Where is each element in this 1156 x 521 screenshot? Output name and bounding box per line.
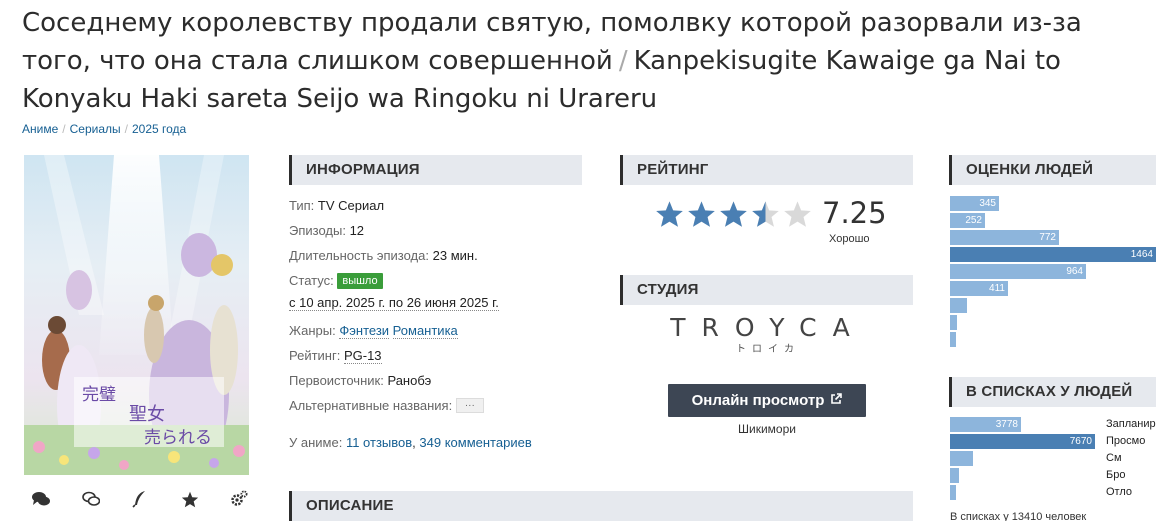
info-status: Статус: вышло <box>289 271 589 293</box>
info-type-value: TV Сериал <box>317 198 385 213</box>
rating-label: Хорошо <box>829 233 870 245</box>
rating-star <box>688 201 715 227</box>
svg-text:売られる: 売られる <box>144 428 212 448</box>
breadcrumb: Аниме / Сериалы/2025 года <box>22 122 186 136</box>
bar <box>950 468 959 483</box>
bar: 1464 <box>950 247 1156 262</box>
genre-link-fantasy[interactable]: Фэнтези <box>339 323 390 339</box>
lists-footer: В списках у 13410 человек <box>950 511 1087 521</box>
alt-names-button[interactable]: ··· <box>455 398 484 413</box>
poster-actions <box>30 488 250 510</box>
bar: 7670 <box>950 434 1095 449</box>
info-rating-label: Рейтинг: <box>289 348 341 363</box>
bar: 252 <box>950 213 985 228</box>
genre-link-romance[interactable]: Романтика <box>392 323 458 339</box>
bar-label: См <box>1106 452 1122 464</box>
bar-label: Запланир <box>1106 418 1156 430</box>
breadcrumb-serials[interactable]: Сериалы <box>70 122 121 136</box>
bar: 411 <box>950 281 1008 296</box>
breadcrumb-year[interactable]: 2025 года <box>132 122 186 136</box>
bar-label: Отло <box>1106 486 1133 498</box>
info-alt-names: Альтернативные названия: ··· <box>289 396 589 421</box>
edit-icon[interactable] <box>129 488 151 510</box>
rating-stars <box>655 200 815 228</box>
info-dates: с 10 апр. 2025 г. по 26 июня 2025 г. <box>289 293 589 321</box>
title-separator: / <box>618 46 628 76</box>
favorite-icon[interactable] <box>179 488 201 510</box>
info-episodes-value: 12 <box>349 223 365 238</box>
bar <box>950 298 967 313</box>
watch-online-button[interactable]: Онлайн просмотр <box>668 384 866 417</box>
info-source: Первоисточник: Ранобэ <box>289 371 589 396</box>
rating-star <box>720 201 747 227</box>
comments-icon[interactable] <box>30 488 52 510</box>
info-type-label: Тип: <box>289 198 315 213</box>
info-header: Информация <box>289 155 582 185</box>
breadcrumb-separator: / <box>124 122 128 136</box>
rating-header: Рейтинг <box>620 155 913 185</box>
info-type: Тип: TV Сериал <box>289 196 589 221</box>
settings-icon[interactable] <box>228 488 250 510</box>
bar <box>950 485 956 500</box>
status-badge: вышло <box>337 273 383 289</box>
bar <box>950 332 956 347</box>
info-rating: Рейтинг: PG-13 <box>289 346 589 371</box>
bar <box>950 315 957 330</box>
studio-logo[interactable]: TROYCA トロイカ <box>668 313 868 355</box>
page-title: Соседнему королевству продали святую, по… <box>22 4 1152 118</box>
info-duration-value: 23 мин. <box>432 248 478 263</box>
discuss-icon[interactable] <box>80 488 102 510</box>
bar: 964 <box>950 264 1086 279</box>
info-source-label: Первоисточник: <box>289 373 384 388</box>
info-duration: Длительность эпизода: 23 мин. <box>289 246 589 271</box>
studio-name-kana: トロイカ <box>736 344 800 355</box>
info-source-value: Ранобэ <box>387 373 432 388</box>
breadcrumb-anime[interactable]: Аниме <box>22 122 58 136</box>
info-status-label: Статус: <box>289 273 334 288</box>
description-header: Описание <box>289 491 913 521</box>
svg-text:完璧: 完璧 <box>82 385 116 405</box>
lists-header: В списках у людей <box>949 377 1156 407</box>
bar: 345 <box>950 196 999 211</box>
info-alt-label: Альтернативные названия: <box>289 398 453 413</box>
poster-image[interactable]: 完璧 聖女 売られる <box>24 155 249 475</box>
studio-header: Студия <box>620 275 913 305</box>
breadcrumb-separator: / <box>62 122 66 136</box>
reviews-link[interactable]: 11 отзывов <box>346 435 412 450</box>
rating-star <box>752 201 779 227</box>
info-episodes-label: Эпизоды: <box>289 223 346 238</box>
rating-star <box>656 201 683 227</box>
rating-score: 7.25 <box>822 196 887 230</box>
info-genres: Жанры: Фэнтези Романтика <box>289 321 589 346</box>
watch-source: Шикимори <box>738 422 796 436</box>
bar: 772 <box>950 230 1059 245</box>
bar-label: Просмо <box>1106 435 1146 447</box>
bar: 3778 <box>950 417 1021 432</box>
scores-header: Оценки людей <box>949 155 1156 185</box>
info-dates-value[interactable]: с 10 апр. 2025 г. по 26 июня 2025 г. <box>289 295 499 311</box>
poster-illustration: 完璧 聖女 売られる <box>24 155 249 475</box>
info-duration-label: Длительность эпизода: <box>289 248 429 263</box>
info-episodes: Эпизоды: 12 <box>289 221 589 246</box>
rating-star <box>784 201 811 227</box>
external-link-icon <box>830 393 843 408</box>
info-anime-stats: У аниме: 11 отзывов, 349 комментариев <box>289 435 532 450</box>
studio-name: TROYCA <box>670 313 866 342</box>
info-genres-label: Жанры: <box>289 323 336 338</box>
watch-online-label: Онлайн просмотр <box>691 392 825 409</box>
info-list: Тип: TV Сериал Эпизоды: 12 Длительность … <box>289 196 589 458</box>
info-anime-label: У аниме: <box>289 435 343 450</box>
bar-label: Бро <box>1106 469 1126 481</box>
bar <box>950 451 973 466</box>
comments-link[interactable]: 349 комментариев <box>419 435 531 450</box>
svg-text:聖女: 聖女 <box>129 404 165 425</box>
info-rating-value[interactable]: PG-13 <box>343 348 382 364</box>
